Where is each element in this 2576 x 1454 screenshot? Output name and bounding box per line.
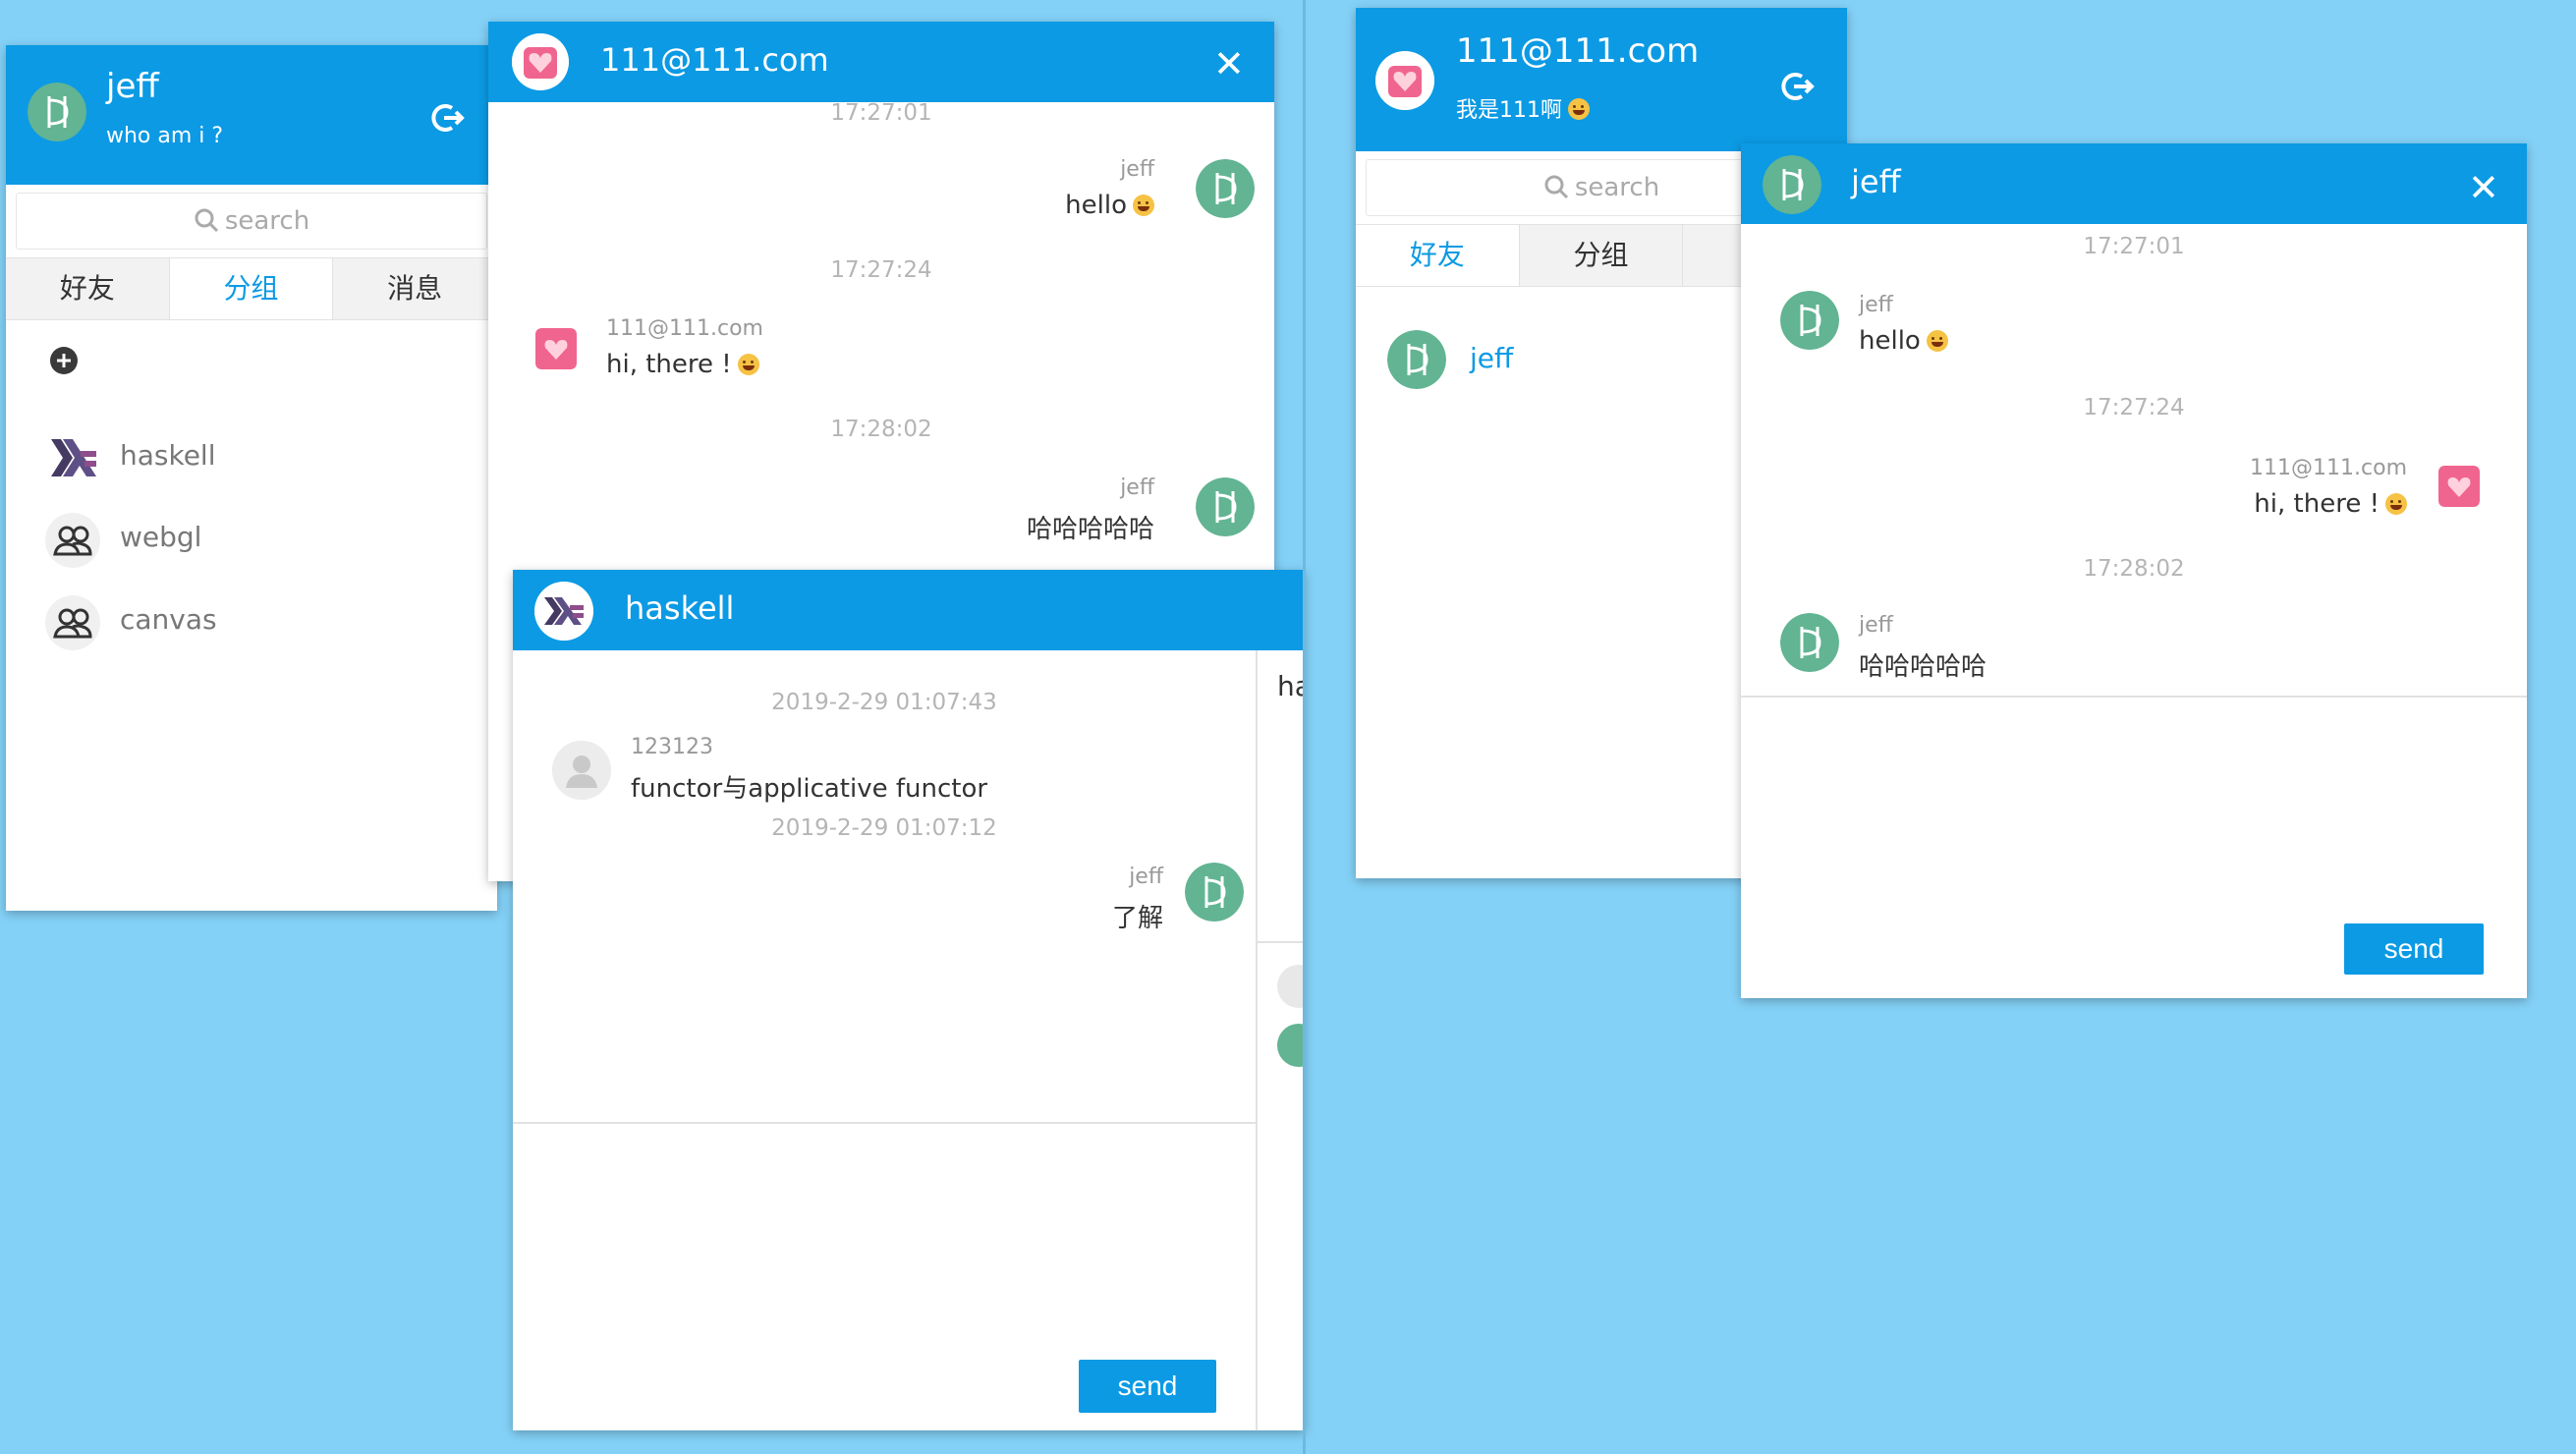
jeff-avatar	[1763, 155, 1821, 214]
user111-avatar	[2438, 466, 2480, 507]
message-input[interactable]	[513, 1124, 1256, 1350]
tab-friends[interactable]: 好友	[6, 258, 170, 319]
haskell-icon	[534, 582, 593, 641]
chat-jeff-header: jeff ✕	[1741, 143, 2527, 224]
jeff-avatar	[1196, 159, 1255, 218]
message-text: 哈哈哈哈哈	[1026, 515, 1154, 544]
search-placeholder: search	[1574, 173, 1660, 202]
message-text: functor与applicative functor	[631, 774, 988, 804]
left-search-input[interactable]: search	[16, 193, 487, 250]
search-placeholder: search	[224, 206, 310, 236]
timestamp: 17:28:02	[830, 417, 932, 442]
group-icon	[45, 513, 100, 568]
jeff-avatar	[1277, 1024, 1305, 1067]
send-button[interactable]: send	[1079, 1360, 1216, 1413]
message-text: hi, there !	[606, 350, 759, 379]
chat-111-title: 111@111.com	[600, 41, 829, 79]
sender-name: 111@111.com	[606, 316, 763, 341]
sender-name: jeff	[1859, 293, 1893, 317]
message-text: hello	[1065, 191, 1154, 220]
search-icon	[194, 197, 219, 252]
jeff-avatar	[1387, 330, 1446, 389]
user111-avatar	[512, 33, 569, 90]
timestamp: 17:27:01	[2083, 234, 2185, 259]
grin-emoji	[1133, 195, 1154, 216]
timestamp: 2019-2-29 01:07:12	[771, 815, 997, 841]
grin-emoji	[1926, 330, 1948, 352]
friend-name: jeff	[1470, 342, 1514, 374]
chat-window-jeff: jeff ✕ 17:27:01 jeff hello 17:27:24 111@…	[1741, 143, 2527, 998]
group-item-webgl[interactable]: webgl	[6, 505, 497, 574]
default-user-avatar	[1277, 965, 1305, 1008]
chat-jeff-title: jeff	[1851, 163, 1901, 200]
group-name: haskell	[120, 439, 216, 472]
tab-groups[interactable]: 分组	[169, 258, 334, 319]
default-user-avatar	[552, 741, 611, 800]
group-icon	[45, 595, 100, 650]
right-user-signature[interactable]: 我是111啊	[1456, 92, 1590, 124]
left-tabs: 好友 分组 消息	[6, 257, 498, 320]
sender-name: jeff	[1859, 613, 1893, 638]
close-icon[interactable]: ✕	[1213, 45, 1245, 83]
user111-avatar[interactable]	[1375, 51, 1434, 110]
tab-groups[interactable]: 分组	[1520, 225, 1684, 286]
haskell-message-area: 2019-2-29 01:07:43 123123 functor与applic…	[513, 650, 1256, 1430]
group-name: webgl	[120, 521, 202, 553]
right-panel-header: 111@111.com 我是111啊	[1356, 8, 1847, 151]
message-text: 了解	[1111, 904, 1163, 933]
timestamp: 2019-2-29 01:07:43	[771, 690, 997, 715]
right-user-name: 111@111.com	[1456, 31, 1700, 71]
message-input[interactable]	[1741, 698, 2527, 912]
logout-icon[interactable]	[430, 100, 466, 136]
tab-messages[interactable]: 消息	[333, 258, 498, 319]
search-icon	[1543, 164, 1569, 219]
chat-111-header: 111@111.com ✕	[488, 22, 1274, 102]
member-list: ha	[1258, 650, 1305, 1430]
add-group-icon[interactable]	[49, 346, 79, 375]
left-panel-header: jeff who am i ?	[6, 45, 497, 185]
jeff-avatar	[1780, 291, 1839, 350]
sender-name: 123123	[631, 735, 713, 759]
jeff-avatar	[1196, 477, 1255, 536]
send-button[interactable]: send	[2344, 923, 2484, 975]
left-user-signature[interactable]: who am i ?	[106, 124, 223, 148]
jeff-avatar[interactable]	[28, 83, 86, 141]
chat-haskell-header: haskell	[513, 570, 1305, 650]
member-list-rule	[1258, 941, 1305, 943]
group-item-canvas[interactable]: canvas	[6, 587, 497, 656]
left-user-name: jeff	[106, 67, 159, 106]
left-user-panel: jeff who am i ? search 好友 分组 消息 haskell …	[6, 45, 498, 911]
jeff-avatar	[1185, 863, 1244, 922]
sender-name: 111@111.com	[2250, 456, 2407, 480]
timestamp: 17:27:24	[2083, 395, 2185, 420]
close-icon[interactable]: ✕	[2468, 169, 2499, 206]
message-text: 哈哈哈哈哈	[1859, 652, 1988, 682]
screen-separator	[1303, 0, 1306, 1454]
message-text: hello	[1859, 326, 1948, 356]
timestamp: 17:28:02	[2083, 556, 2185, 582]
chat-haskell-title: haskell	[625, 589, 735, 627]
sender-name: jeff	[1129, 865, 1163, 889]
sender-name: jeff	[1120, 157, 1154, 182]
group-item-haskell[interactable]: haskell	[6, 423, 497, 492]
laugh-emoji	[2385, 493, 2407, 515]
logout-icon[interactable]	[1780, 69, 1816, 104]
member-list-label: ha	[1277, 670, 1305, 702]
haskell-icon	[45, 431, 98, 484]
message-text: hi, there !	[2254, 489, 2407, 519]
tab-friends[interactable]: 好友	[1356, 225, 1520, 286]
timestamp: 17:27:24	[830, 257, 932, 283]
laugh-emoji	[737, 354, 759, 375]
timestamp: 17:27:01	[830, 100, 932, 126]
jeff-avatar	[1780, 613, 1839, 672]
group-name: canvas	[120, 603, 217, 636]
laugh-emoji	[1568, 98, 1590, 120]
sender-name: jeff	[1120, 475, 1154, 500]
user111-avatar	[535, 328, 577, 369]
chat-window-haskell: haskell 2019-2-29 01:07:43 123123 functo…	[513, 570, 1305, 1430]
